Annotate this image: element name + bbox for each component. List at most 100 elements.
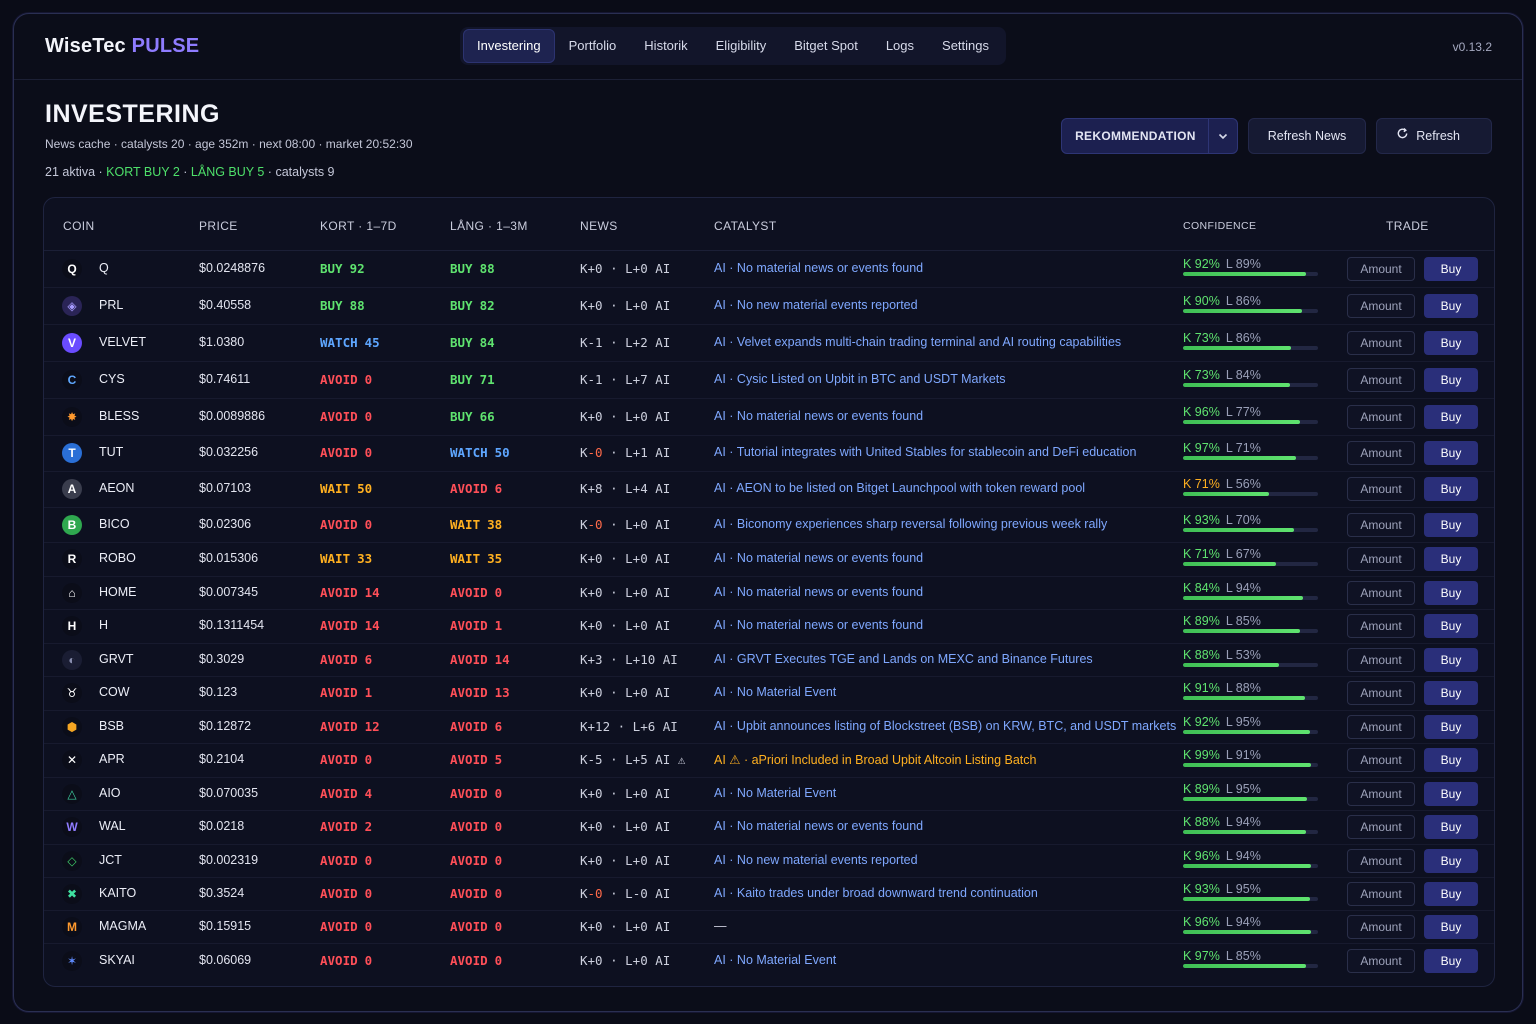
amount-input[interactable]: Amount — [1347, 368, 1415, 392]
amount-input[interactable]: Amount — [1347, 849, 1415, 873]
buy-button[interactable]: Buy — [1424, 614, 1478, 638]
tab-eligibility[interactable]: Eligibility — [702, 29, 781, 63]
catalyst-link[interactable]: AI · No new material events reported — [714, 853, 918, 867]
coin-symbol[interactable]: VELVET — [99, 335, 146, 349]
refresh-button[interactable]: Refresh — [1376, 118, 1492, 154]
col-news[interactable]: NEWS — [580, 219, 618, 233]
catalyst-link[interactable]: AI · Kaito trades under broad downward t… — [714, 886, 1038, 900]
col-price[interactable]: PRICE — [199, 219, 238, 233]
brand-logo[interactable]: WiseTec PULSE — [45, 35, 199, 58]
buy-button[interactable]: Buy — [1424, 477, 1478, 501]
coin-symbol[interactable]: H — [99, 618, 108, 632]
amount-input[interactable]: Amount — [1347, 815, 1415, 839]
coin-symbol[interactable]: SKYAI — [99, 953, 135, 967]
catalyst-link[interactable]: AI · No Material Event — [714, 685, 836, 699]
buy-button[interactable]: Buy — [1424, 331, 1478, 355]
buy-button[interactable]: Buy — [1424, 715, 1478, 739]
amount-input[interactable]: Amount — [1347, 681, 1415, 705]
col-catalyst[interactable]: CATALYST — [714, 219, 777, 233]
buy-button[interactable]: Buy — [1424, 882, 1478, 906]
refresh-news-button[interactable]: Refresh News — [1247, 118, 1367, 154]
catalyst-link[interactable]: AI · No new material events reported — [714, 298, 918, 312]
col-confidence[interactable]: CONFIDENCE — [1183, 220, 1256, 232]
col-kort[interactable]: KORT · 1–7D — [320, 219, 397, 233]
col-coin[interactable]: COIN — [63, 219, 95, 233]
amount-input[interactable]: Amount — [1347, 405, 1415, 429]
amount-input[interactable]: Amount — [1347, 547, 1415, 571]
buy-button[interactable]: Buy — [1424, 648, 1478, 672]
coin-symbol[interactable]: BSB — [99, 719, 124, 733]
catalyst-link[interactable]: AI ⚠ · aPriori Included in Broad Upbit A… — [714, 752, 1036, 767]
catalyst-link[interactable]: AI · Upbit announces listing of Blockstr… — [714, 719, 1176, 733]
catalyst-link[interactable]: AI · Velvet expands multi-chain trading … — [714, 335, 1121, 349]
tab-settings[interactable]: Settings — [928, 29, 1003, 63]
coin-symbol[interactable]: COW — [99, 685, 130, 699]
buy-button[interactable]: Buy — [1424, 748, 1478, 772]
coin-symbol[interactable]: TUT — [99, 445, 123, 459]
amount-input[interactable]: Amount — [1347, 257, 1415, 281]
buy-button[interactable]: Buy — [1424, 782, 1478, 806]
buy-button[interactable]: Buy — [1424, 815, 1478, 839]
coin-symbol[interactable]: GRVT — [99, 652, 134, 666]
coin-symbol[interactable]: KAITO — [99, 886, 136, 900]
buy-button[interactable]: Buy — [1424, 441, 1478, 465]
coin-symbol[interactable]: CYS — [99, 372, 125, 386]
catalyst-link[interactable]: AI · No material news or events found — [714, 409, 923, 423]
amount-input[interactable]: Amount — [1347, 581, 1415, 605]
catalyst-link[interactable]: AI · No Material Event — [714, 953, 836, 967]
tab-historik[interactable]: Historik — [630, 29, 701, 63]
tab-bitget-spot[interactable]: Bitget Spot — [780, 29, 872, 63]
buy-button[interactable]: Buy — [1424, 405, 1478, 429]
coin-symbol[interactable]: Q — [99, 261, 109, 275]
amount-input[interactable]: Amount — [1347, 715, 1415, 739]
tab-logs[interactable]: Logs — [872, 29, 928, 63]
amount-input[interactable]: Amount — [1347, 949, 1415, 973]
catalyst-link[interactable]: AI · AEON to be listed on Bitget Launchp… — [714, 481, 1085, 495]
coin-symbol[interactable]: ROBO — [99, 551, 136, 565]
buy-button[interactable]: Buy — [1424, 681, 1478, 705]
catalyst-link[interactable]: AI · No material news or events found — [714, 551, 923, 565]
coin-symbol[interactable]: AIO — [99, 786, 121, 800]
amount-input[interactable]: Amount — [1347, 748, 1415, 772]
buy-button[interactable]: Buy — [1424, 368, 1478, 392]
coin-symbol[interactable]: WAL — [99, 819, 126, 833]
catalyst-link[interactable]: AI · No material news or events found — [714, 585, 923, 599]
tab-portfolio[interactable]: Portfolio — [555, 29, 631, 63]
coin-symbol[interactable]: BICO — [99, 517, 130, 531]
catalyst-link[interactable]: AI · GRVT Executes TGE and Lands on MEXC… — [714, 652, 1093, 666]
mode-select[interactable]: REKOMMENDATION — [1061, 118, 1238, 154]
coin-symbol[interactable]: PRL — [99, 298, 123, 312]
buy-button[interactable]: Buy — [1424, 294, 1478, 318]
amount-input[interactable]: Amount — [1347, 882, 1415, 906]
coin-symbol[interactable]: MAGMA — [99, 919, 146, 933]
catalyst-link[interactable]: AI · No Material Event — [714, 786, 836, 800]
catalyst-link[interactable]: AI · Tutorial integrates with United Sta… — [714, 445, 1136, 459]
catalyst-link[interactable]: AI · No material news or events found — [714, 819, 923, 833]
catalyst-link[interactable]: AI · No material news or events found — [714, 261, 923, 275]
buy-button[interactable]: Buy — [1424, 915, 1478, 939]
coin-symbol[interactable]: BLESS — [99, 409, 139, 423]
buy-button[interactable]: Buy — [1424, 949, 1478, 973]
coin-symbol[interactable]: AEON — [99, 481, 134, 495]
amount-input[interactable]: Amount — [1347, 294, 1415, 318]
amount-input[interactable]: Amount — [1347, 477, 1415, 501]
catalyst-link[interactable]: AI · No material news or events found — [714, 618, 923, 632]
amount-input[interactable]: Amount — [1347, 441, 1415, 465]
catalyst-link[interactable]: AI · Biconomy experiences sharp reversal… — [714, 517, 1107, 531]
buy-button[interactable]: Buy — [1424, 849, 1478, 873]
chevron-down-icon[interactable] — [1207, 119, 1237, 153]
buy-button[interactable]: Buy — [1424, 513, 1478, 537]
col-lang[interactable]: LÅNG · 1–3M — [450, 219, 528, 233]
coin-symbol[interactable]: JCT — [99, 853, 122, 867]
buy-button[interactable]: Buy — [1424, 581, 1478, 605]
buy-button[interactable]: Buy — [1424, 257, 1478, 281]
coin-symbol[interactable]: APR — [99, 752, 125, 766]
amount-input[interactable]: Amount — [1347, 782, 1415, 806]
amount-input[interactable]: Amount — [1347, 614, 1415, 638]
amount-input[interactable]: Amount — [1347, 513, 1415, 537]
amount-input[interactable]: Amount — [1347, 648, 1415, 672]
buy-button[interactable]: Buy — [1424, 547, 1478, 571]
catalyst-link[interactable]: AI · Cysic Listed on Upbit in BTC and US… — [714, 372, 1006, 386]
amount-input[interactable]: Amount — [1347, 331, 1415, 355]
amount-input[interactable]: Amount — [1347, 915, 1415, 939]
